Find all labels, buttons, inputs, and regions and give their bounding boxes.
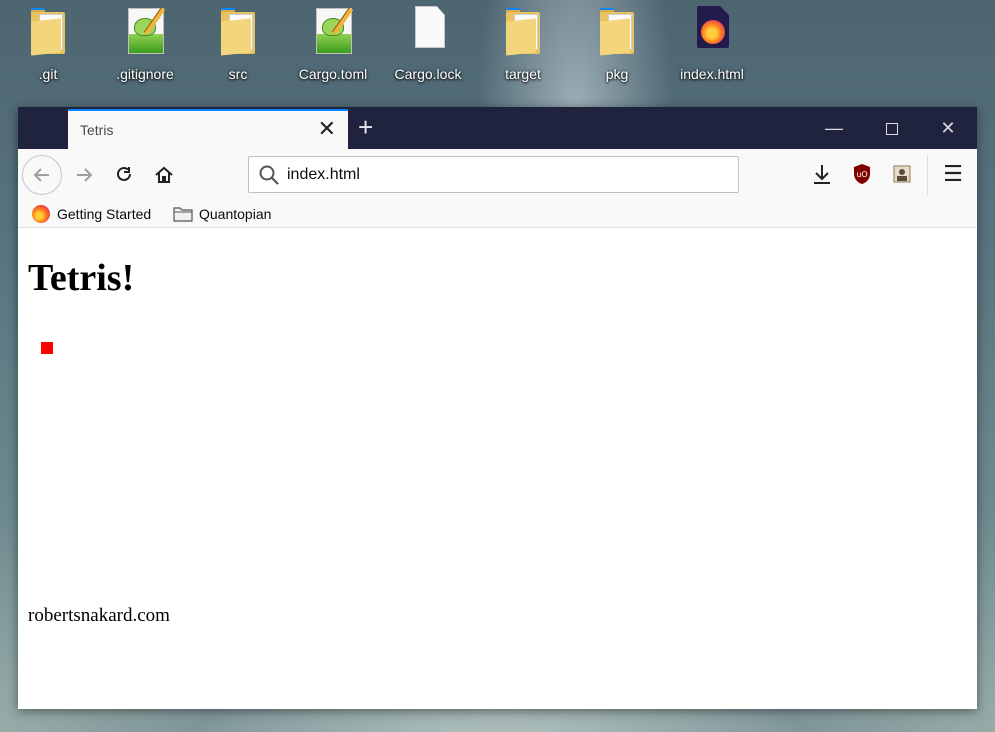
desktop-item-label: .git [38,66,58,82]
bookmark-label: Quantopian [199,206,272,222]
extension-icon[interactable] [889,161,915,187]
notepadpp-file-icon [310,4,356,58]
desktop-item-label: .gitignore [116,66,174,82]
desktop: .git .gitignore src Cargo.toml Cargo.loc… [0,0,995,100]
forward-arrow-icon[interactable] [66,157,102,193]
minimize-icon[interactable]: — [811,113,857,143]
tetris-block [41,342,53,354]
desktop-item-label: Cargo.toml [298,66,368,82]
desktop-item-cargo-lock[interactable]: Cargo.lock [386,4,470,92]
new-tab-icon[interactable]: + [358,113,373,141]
footer-text: robertsnakard.com [28,605,170,626]
desktop-item-target[interactable]: target [481,4,565,92]
folder-icon [25,4,71,58]
firefox-window: Tetris ✕ + — ✕ index.html uO ☰ Getting S… [18,107,977,709]
toolbar-separator [927,155,928,195]
bookmark-quantopian[interactable]: Quantopian [173,204,271,224]
back-arrow-icon[interactable] [22,155,62,195]
svg-text:uO: uO [856,170,867,179]
bookmark-getting-started[interactable]: Getting Started [32,204,151,224]
bookmarks-toolbar: Getting Started Quantopian [18,201,977,228]
page-content: Tetris! robertsnakard.com [18,228,977,709]
close-tab-icon[interactable]: ✕ [318,117,336,141]
navigation-toolbar: index.html uO ☰ [18,149,977,201]
page-title: Tetris! [28,257,135,299]
tab-title: Tetris [80,122,114,138]
desktop-item-label: pkg [605,66,629,82]
notepadpp-file-icon [122,4,168,58]
reload-icon[interactable] [106,157,142,193]
address-bar[interactable]: index.html [248,156,739,193]
desktop-item-cargo-toml[interactable]: Cargo.toml [291,4,375,92]
tab-tetris[interactable]: Tetris ✕ [68,109,348,149]
desktop-item-label: index.html [680,66,744,82]
download-icon[interactable] [809,161,835,187]
home-icon[interactable] [146,157,182,193]
folder-icon [500,4,546,58]
desktop-item-git[interactable]: .git [6,4,90,92]
desktop-item-src[interactable]: src [196,4,280,92]
search-icon [259,165,279,185]
desktop-item-index-html[interactable]: index.html [670,4,754,92]
folder-icon [594,4,640,58]
maximize-icon[interactable] [869,113,915,143]
blank-file-icon [405,4,451,58]
desktop-item-label: Cargo.lock [394,66,462,82]
url-text: index.html [287,166,360,183]
ublock-origin-icon[interactable]: uO [849,161,875,187]
window-close-icon[interactable]: ✕ [925,113,971,143]
firefox-icon [32,205,50,223]
hamburger-menu-icon[interactable]: ☰ [940,161,966,187]
desktop-item-label: src [228,66,248,82]
folder-icon [173,207,193,222]
desktop-item-label: target [505,66,541,82]
bookmark-label: Getting Started [57,206,152,222]
title-bar: Tetris ✕ + — ✕ [18,107,977,149]
firefox-html-file-icon [689,4,735,58]
desktop-item-pkg[interactable]: pkg [575,4,659,92]
folder-icon [215,4,261,58]
desktop-item-gitignore[interactable]: .gitignore [103,4,187,92]
